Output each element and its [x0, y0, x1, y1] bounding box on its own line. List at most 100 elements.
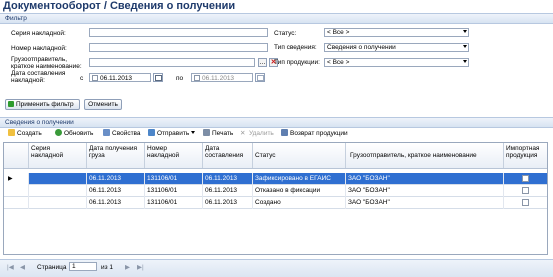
column-header-status[interactable]: Статус: [253, 143, 346, 168]
row-indicator-cell: [4, 185, 29, 197]
delete-button[interactable]: ✕ Удалить: [240, 129, 274, 139]
cell-imported: [504, 197, 547, 209]
date-from-label: с: [80, 75, 84, 82]
cancel-filter-button[interactable]: Отменить: [84, 99, 122, 110]
print-button[interactable]: Печать: [203, 129, 233, 139]
delete-label: Удалить: [249, 130, 274, 137]
filter-section-header[interactable]: Фильтр: [0, 13, 553, 24]
cell-status: Отказано в фиксации: [253, 185, 346, 197]
cell-imported: [504, 185, 547, 197]
next-page-button[interactable]: ▶: [125, 263, 130, 272]
status-label: Статус:: [274, 30, 297, 37]
table-row[interactable]: ▶ 06.11.2013 131106/01 06.11.2013 Зафикс…: [4, 173, 547, 185]
number-input[interactable]: [89, 43, 268, 52]
column-header-series[interactable]: Серия накладной: [29, 143, 87, 168]
shipper-input[interactable]: [89, 58, 255, 67]
receipts-section-header: Сведения о получении: [0, 117, 553, 128]
date-from-picker-button[interactable]: [153, 73, 163, 82]
last-page-button[interactable]: ▶|: [137, 263, 144, 272]
cell-created-date: 06.11.2013: [203, 197, 253, 209]
column-header-shipper[interactable]: Грузоотправитель, краткое наименование: [346, 143, 504, 168]
date-from-value: 06.11.2013: [100, 75, 133, 82]
create-button[interactable]: Создать: [8, 129, 42, 139]
date-from-checkbox[interactable]: [92, 75, 98, 81]
product-type-select-value: < Все >: [327, 59, 350, 66]
app-window: Документооборот / Сведения о получении Ф…: [0, 0, 553, 277]
calendar-icon: [256, 75, 264, 81]
create-label: Создать: [17, 130, 42, 137]
date-to-checkbox[interactable]: [194, 75, 200, 81]
refresh-icon: [55, 129, 62, 136]
first-page-button[interactable]: |◀: [7, 263, 14, 272]
cell-created-date: 06.11.2013: [203, 173, 253, 185]
product-type-select[interactable]: < Все >: [324, 58, 469, 67]
cell-number: 131106/01: [145, 197, 203, 209]
cell-shipper: ЗАО "БОЗАН": [346, 173, 504, 185]
send-icon: [148, 129, 155, 136]
send-button[interactable]: Отправить: [148, 129, 196, 139]
properties-button[interactable]: Свойства: [103, 129, 141, 139]
browse-shipper-button[interactable]: ...: [258, 58, 267, 67]
table-row[interactable]: 06.11.2013 131106/01 06.11.2013 Отказано…: [4, 185, 547, 197]
filter-arrow-icon: [8, 101, 14, 107]
column-header-imported[interactable]: Импортная продукция: [504, 143, 547, 168]
product-type-label: Тип продукции:: [274, 59, 320, 66]
cell-status: Создано: [253, 197, 346, 209]
new-document-icon: [8, 129, 15, 136]
info-type-select-value: Сведения о получении: [327, 44, 396, 51]
cell-imported: [504, 173, 547, 185]
date-label: Дата составления накладной:: [11, 70, 66, 84]
date-to-picker-button[interactable]: [255, 73, 265, 82]
date-to-input[interactable]: 06.11.2013: [191, 73, 253, 82]
number-label: Номер накладной:: [11, 45, 67, 52]
cell-series: [29, 173, 87, 185]
window-title: Документооборот / Сведения о получении: [3, 0, 236, 12]
imported-checkbox[interactable]: [522, 199, 529, 206]
row-indicator-cell: [4, 197, 29, 209]
column-header-received-date[interactable]: Дата получения груза: [87, 143, 145, 168]
status-select-value: < Все >: [327, 29, 350, 36]
date-from-input[interactable]: 06.11.2013: [89, 73, 151, 82]
imported-checkbox[interactable]: [522, 187, 529, 194]
send-dropdown-icon: [191, 131, 196, 134]
column-header-created-date[interactable]: Дата составления: [203, 143, 253, 168]
cell-created-date: 06.11.2013: [203, 185, 253, 197]
status-select[interactable]: < Все >: [324, 28, 469, 37]
apply-filter-label: Применить фильтр: [16, 101, 74, 108]
return-goods-label: Возврат продукции: [290, 130, 348, 137]
cell-received-date: 06.11.2013: [87, 185, 145, 197]
print-label: Печать: [212, 130, 234, 137]
apply-filter-button[interactable]: Применить фильтр: [5, 99, 80, 110]
column-header-number[interactable]: Номер накладной: [145, 143, 203, 168]
page-number-input[interactable]: 1: [69, 262, 97, 271]
series-input[interactable]: [89, 28, 268, 37]
calendar-icon: [154, 75, 162, 81]
cell-received-date: 06.11.2013: [87, 197, 145, 209]
cell-status: Зафиксировано в ЕГАИС: [253, 173, 346, 185]
cell-received-date: 06.11.2013: [87, 173, 145, 185]
ellipsis-icon: ...: [259, 59, 266, 66]
row-pointer-icon: ▶: [4, 173, 29, 185]
table-row[interactable]: 06.11.2013 131106/01 06.11.2013 Создано …: [4, 197, 547, 209]
info-type-select[interactable]: Сведения о получении: [324, 43, 469, 52]
prev-page-button[interactable]: ◀: [20, 263, 25, 272]
page-label: Страница: [37, 264, 67, 271]
receipts-table: Серия накладной Дата получения груза Ном…: [3, 142, 548, 255]
properties-icon: [103, 129, 110, 136]
cell-number: 131106/01: [145, 173, 203, 185]
chevron-down-icon: [463, 30, 467, 33]
imported-checkbox[interactable]: [522, 175, 529, 182]
shipper-label: Грузоотправитель, краткое наименование:: [11, 56, 82, 70]
return-goods-icon: [281, 129, 288, 136]
delete-icon: ✕: [240, 130, 246, 137]
refresh-button[interactable]: Обновить: [55, 129, 93, 139]
title-bar: Документооборот / Сведения о получении: [0, 0, 553, 14]
info-type-label: Тип сведения:: [274, 44, 317, 51]
pager: |◀ ◀ Страница 1 из 1 ▶ ▶|: [0, 259, 553, 277]
page-count-label: из 1: [101, 264, 114, 271]
filter-section-title: Фильтр: [5, 15, 27, 22]
send-label: Отправить: [157, 130, 190, 137]
cell-series: [29, 197, 87, 209]
return-goods-button[interactable]: Возврат продукции: [281, 129, 348, 139]
cell-number: 131106/01: [145, 185, 203, 197]
